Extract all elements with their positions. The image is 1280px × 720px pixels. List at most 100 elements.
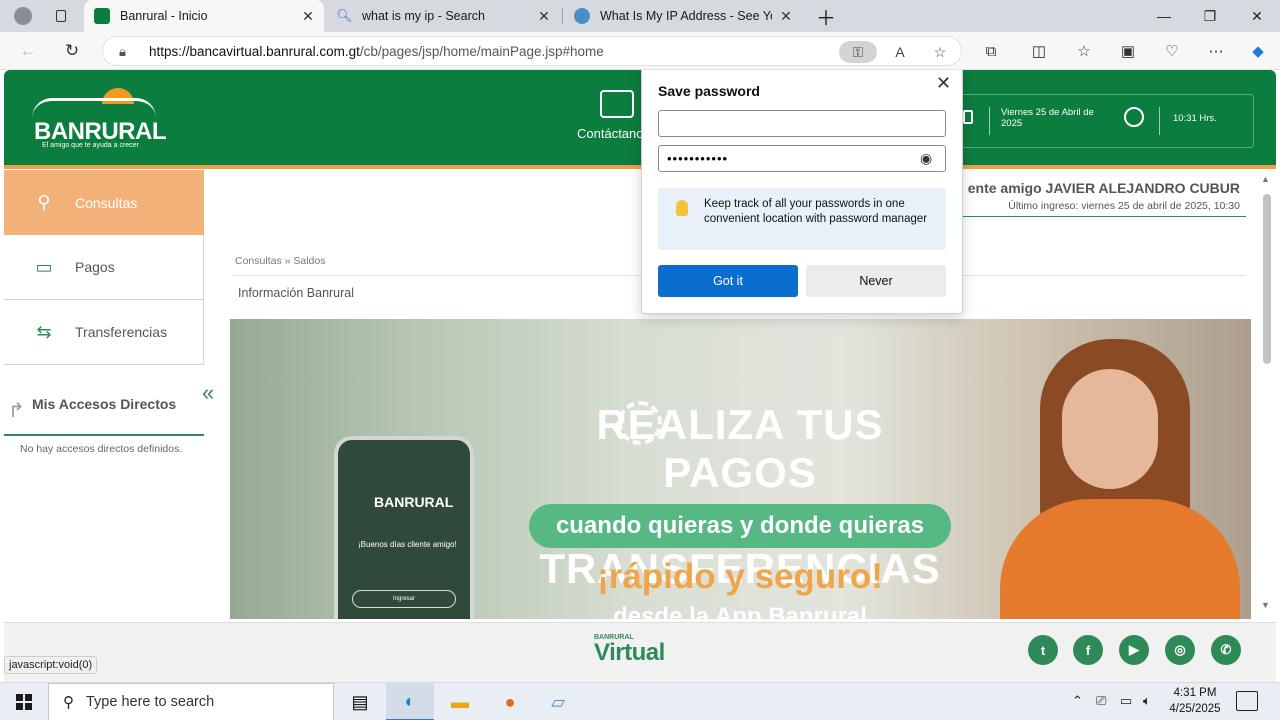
- date-label: Viernes 25 de Abril de 2025: [1001, 107, 1094, 129]
- greeting-divider: [958, 216, 1246, 217]
- copilot-icon[interactable]: ◆: [1246, 40, 1270, 62]
- windows-logo-icon: [16, 694, 32, 710]
- footer-brand: Virtual: [594, 639, 665, 666]
- taskbar-search[interactable]: ⚲ Type here to search: [48, 683, 334, 720]
- scroll-up-icon[interactable]: ▲: [1261, 174, 1270, 184]
- sidebar-item-label: Pagos: [75, 259, 115, 275]
- address-bar[interactable]: 🔒︎ https://bancavirtual.banrural.com.gt/…: [102, 36, 962, 66]
- collapse-sidebar-icon[interactable]: «: [202, 380, 214, 406]
- favorite-star-icon[interactable]: ☆: [927, 41, 953, 63]
- show-password-eye-icon[interactable]: ◉: [920, 150, 932, 167]
- page-scrollbar[interactable]: ▲ ▼: [1260, 174, 1274, 614]
- scroll-down-icon[interactable]: ▼: [1261, 600, 1270, 610]
- lock-icon: 🔒︎: [119, 44, 126, 59]
- search-icon: 🔍︎: [336, 8, 353, 23]
- close-tab-icon[interactable]: ✕: [300, 8, 316, 25]
- sidebar-item-transferencias[interactable]: ⇆ Transferencias: [4, 300, 204, 365]
- cash-icon: ▭: [35, 256, 53, 277]
- chat-icon: [600, 90, 634, 118]
- password-field[interactable]: •••••••••••: [658, 145, 946, 172]
- url-text: https://bancavirtual.banrural.com.gt/cb/…: [149, 44, 604, 59]
- new-tab-button[interactable]: ＋: [806, 0, 836, 32]
- notepad-icon[interactable]: ▱: [534, 683, 582, 720]
- tab-title: What Is My IP Address - See Your: [600, 9, 772, 23]
- greeting: ente amigo JAVIER ALEJANDRO CUBUR Último…: [940, 180, 1240, 212]
- close-tab-icon[interactable]: ✕: [536, 8, 552, 25]
- logo-arc: [32, 98, 156, 118]
- whatsapp-icon[interactable]: ✆: [1211, 635, 1241, 665]
- read-aloud-icon[interactable]: A: [887, 41, 913, 63]
- scroll-thumb[interactable]: [1263, 194, 1271, 364]
- sidebar-item-pagos[interactable]: ▭ Pagos: [4, 235, 204, 300]
- tab-actions-button[interactable]: [46, 0, 76, 32]
- firefox-icon[interactable]: ●: [486, 683, 534, 720]
- refresh-button[interactable]: ↻: [58, 38, 86, 64]
- greeting-text: ente amigo JAVIER ALEJANDRO CUBUR: [967, 180, 1240, 196]
- notifications-icon[interactable]: [1236, 691, 1258, 711]
- youtube-icon[interactable]: ▶: [1119, 635, 1149, 665]
- facebook-icon[interactable]: f: [1073, 635, 1103, 665]
- username-field[interactable]: [658, 110, 946, 137]
- back-button[interactable]: ←: [14, 38, 42, 64]
- got-it-button[interactable]: Got it: [658, 265, 798, 297]
- close-window-button[interactable]: ✕: [1234, 0, 1280, 32]
- headline-line-1: REALIZA TUS PAGOS: [596, 401, 884, 496]
- web-page: BANRURAL El amigo que te ayuda a crecer …: [0, 70, 1280, 682]
- extensions-icon[interactable]: ⧉: [979, 40, 1003, 62]
- clock-time: 4:31 PM: [1173, 687, 1217, 699]
- tab-title: Banrural - Inicio: [120, 9, 208, 23]
- sidebar-item-consultas[interactable]: ⚲ Consultas: [4, 170, 204, 235]
- instagram-icon[interactable]: ◎: [1165, 635, 1195, 665]
- settings-menu-icon[interactable]: ⋯: [1204, 40, 1228, 62]
- tab-whatismyip[interactable]: What Is My IP Address - See Your ✕: [564, 0, 802, 32]
- site-footer: BANRURAL Virtual t f ▶ ◎ ✆: [4, 622, 1276, 682]
- favorites-icon[interactable]: ☆: [1072, 40, 1096, 62]
- banner-desde: desde la App Banrural: [613, 603, 867, 619]
- sidebar-item-label: Transferencias: [75, 324, 168, 340]
- section-title: Información Banrural: [238, 286, 355, 300]
- search-icon: ⚲: [37, 192, 51, 212]
- accesos-directos-title: Mis Accesos Directos: [32, 396, 177, 412]
- network-icon[interactable]: ▭: [1120, 693, 1132, 709]
- divider: [989, 107, 990, 135]
- phone-brand: BANRURAL: [374, 494, 454, 510]
- tab-search[interactable]: 🔍︎ what is my ip - Search ✕: [326, 0, 560, 32]
- collections-icon[interactable]: ▣: [1116, 40, 1140, 62]
- meet-now-icon[interactable]: ⎚: [1096, 693, 1106, 709]
- clock-date: 4/25/2025: [1169, 703, 1221, 715]
- woman-photo: [980, 319, 1251, 619]
- promo-banner[interactable]: BANRURAL ¡Buenos días cliente amigo! Ing…: [230, 319, 1251, 619]
- banrural-logo[interactable]: BANRURAL El amigo que te ayuda a crecer: [32, 88, 166, 153]
- profile-avatar[interactable]: [0, 0, 42, 32]
- close-icon[interactable]: ✕: [936, 73, 951, 94]
- edge-icon[interactable]: ◐: [386, 683, 434, 720]
- phone-mockup: BANRURAL ¡Buenos días cliente amigo! Ing…: [334, 436, 474, 619]
- taskbar-clock[interactable]: 4:31 PM 4/25/2025: [1162, 685, 1228, 717]
- lightbulb-icon: [676, 200, 688, 216]
- breadcrumb[interactable]: Consultas » Saldos: [235, 255, 325, 267]
- start-button[interactable]: [0, 683, 48, 720]
- twitter-icon[interactable]: t: [1028, 635, 1058, 665]
- restore-button[interactable]: ❐: [1187, 0, 1233, 32]
- close-tab-icon[interactable]: ✕: [778, 8, 794, 25]
- divider: [1159, 107, 1160, 135]
- phone-welcome: ¡Buenos días cliente amigo!: [358, 540, 457, 549]
- tab-title: what is my ip - Search: [362, 9, 485, 23]
- search-placeholder: Type here to search: [86, 694, 215, 710]
- date-time-box: Viernes 25 de Abril de 2025 10:31 Hrs.: [944, 94, 1254, 148]
- split-screen-icon[interactable]: ◫: [1027, 40, 1051, 62]
- banner-pill: cuando quieras y donde quieras: [529, 504, 951, 548]
- tray-chevron-icon[interactable]: ⌃: [1072, 693, 1083, 709]
- file-explorer-icon[interactable]: ▬: [436, 683, 484, 720]
- minimize-button[interactable]: —: [1141, 0, 1187, 32]
- task-view-icon[interactable]: ▤: [336, 683, 384, 720]
- never-button[interactable]: Never: [806, 265, 946, 297]
- key-icon[interactable]: ⚿: [839, 41, 877, 63]
- tab-banrural[interactable]: Banrural - Inicio ✕: [84, 0, 324, 32]
- search-icon: ⚲: [63, 694, 74, 711]
- browser-essentials-icon[interactable]: ♡: [1160, 40, 1184, 62]
- password-manager-tip: Keep track of all your passwords in one …: [658, 188, 946, 250]
- browser-toolbar: ← ↻ 🔒︎ https://bancavirtual.banrural.com…: [0, 32, 1280, 70]
- volume-icon[interactable]: 🔈︎: [1143, 693, 1151, 709]
- dialog-title: Save password: [658, 83, 760, 99]
